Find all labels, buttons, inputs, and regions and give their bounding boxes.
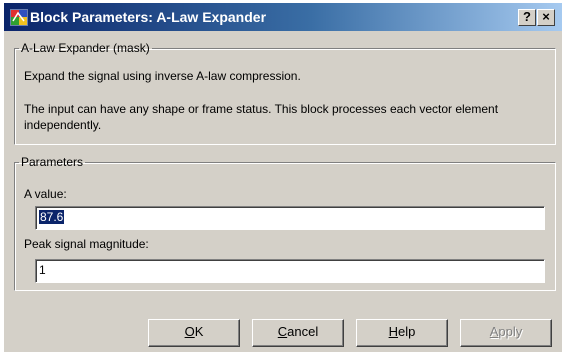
apply-button[interactable]: Apply xyxy=(460,319,552,347)
peak-magnitude-label: Peak signal magnitude: xyxy=(24,237,149,251)
cancel-rest: ancel xyxy=(287,324,319,339)
simulink-block-icon[interactable] xyxy=(10,9,28,26)
close-icon: × xyxy=(542,9,550,24)
mask-description-line1: Expand the signal using inverse A-law co… xyxy=(24,69,301,83)
cancel-mnemonic: C xyxy=(277,324,288,339)
title-close-button[interactable]: × xyxy=(537,9,555,26)
title-bar[interactable]: Block Parameters: A-Law Expander ? × xyxy=(4,3,562,31)
ok-mnemonic: O xyxy=(184,324,195,339)
help-button[interactable]: Help xyxy=(356,319,448,347)
help-rest: elp xyxy=(398,324,416,339)
a-value-label: A value: xyxy=(24,187,67,201)
apply-rest: pply xyxy=(498,324,523,339)
dialog-window: Block Parameters: A-Law Expander ? × A-L… xyxy=(4,3,562,352)
mask-description-line2: The input can have any shape or frame st… xyxy=(24,102,499,132)
ok-button[interactable]: OK xyxy=(148,319,240,347)
window-title: Block Parameters: A-Law Expander xyxy=(30,9,267,25)
peak-magnitude-input[interactable]: 1 xyxy=(35,259,545,283)
peak-magnitude-text: 1 xyxy=(39,263,46,277)
mask-legend: A-Law Expander (mask) xyxy=(21,41,150,55)
a-value-input[interactable]: 87.6 xyxy=(35,206,545,230)
question-mark-icon: ? xyxy=(523,9,531,24)
help-mnemonic: H xyxy=(388,324,399,339)
ok-rest: K xyxy=(194,324,204,339)
cancel-button[interactable]: Cancel xyxy=(252,319,344,347)
a-value-text: 87.6 xyxy=(39,210,65,224)
title-help-button[interactable]: ? xyxy=(518,9,536,26)
parameters-legend: Parameters xyxy=(21,155,84,169)
